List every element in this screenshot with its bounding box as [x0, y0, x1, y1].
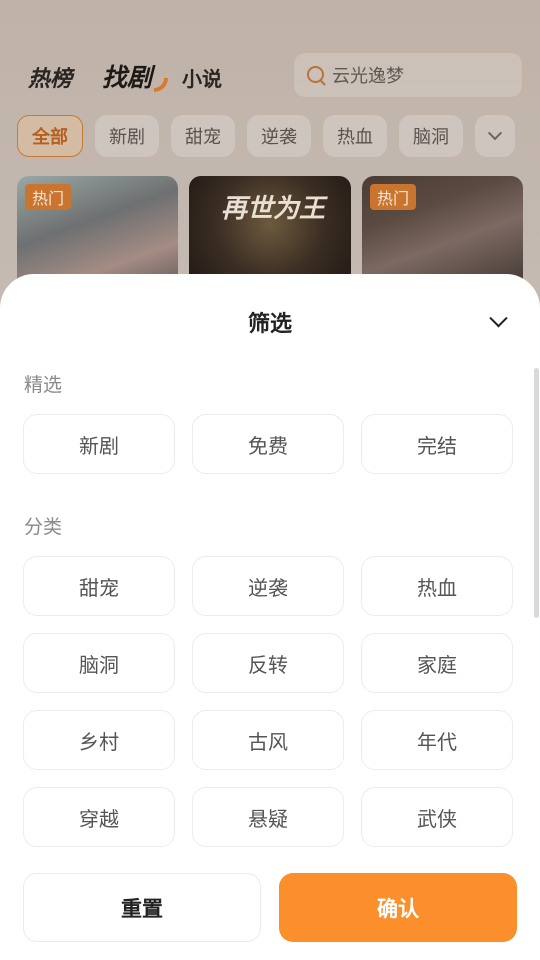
filter-option-fantasy[interactable]: 脑洞: [23, 633, 175, 693]
hot-badge: 热门: [370, 184, 417, 210]
filter-option-suspense[interactable]: 悬疑: [192, 787, 344, 847]
filter-option-comeback[interactable]: 逆袭: [192, 556, 344, 616]
top-tab-bar: 热榜 找剧 小说: [28, 58, 252, 94]
tab-find-drama[interactable]: 找剧: [102, 58, 169, 94]
category-chip-row: 全部 新剧 甜宠 逆袭 热血 脑洞: [17, 115, 527, 157]
reset-button[interactable]: 重置: [23, 873, 261, 942]
chip-fantasy[interactable]: 脑洞: [399, 115, 463, 157]
chip-passion[interactable]: 热血: [323, 115, 387, 157]
drama-poster-title: 再世为王: [221, 194, 326, 224]
filter-option-passion[interactable]: 热血: [361, 556, 513, 616]
chevron-down-icon: [487, 126, 503, 141]
tab-find-drama-label: 找剧: [102, 63, 153, 92]
hot-badge: 热门: [25, 184, 72, 210]
filter-option-village[interactable]: 乡村: [23, 710, 175, 770]
chip-all[interactable]: 全部: [17, 115, 83, 157]
search-placeholder: 云光逸梦: [332, 66, 404, 87]
confirm-button[interactable]: 确认: [279, 873, 517, 942]
filter-option-free[interactable]: 免费: [192, 414, 344, 474]
search-input[interactable]: 云光逸梦: [293, 52, 523, 98]
collapse-sheet-button[interactable]: [484, 308, 512, 336]
chip-new[interactable]: 新剧: [95, 115, 159, 157]
expand-chips-button[interactable]: [475, 115, 515, 157]
tab-novel[interactable]: 小说: [182, 63, 222, 92]
active-tab-indicator: [154, 78, 169, 92]
filter-option-ancient[interactable]: 古风: [192, 710, 344, 770]
tab-hot-list[interactable]: 热榜: [28, 61, 72, 93]
filter-option-new[interactable]: 新剧: [23, 414, 175, 474]
scrollbar[interactable]: [534, 368, 539, 618]
filter-option-time-travel[interactable]: 穿越: [23, 787, 175, 847]
filter-sheet: 筛选 精选 新剧 免费 完结 分类 甜宠 逆袭 热血 脑洞 反转 家庭 乡村 古…: [0, 274, 540, 960]
filter-option-family[interactable]: 家庭: [361, 633, 513, 693]
section-label-category: 分类: [24, 516, 63, 538]
filter-option-sweet[interactable]: 甜宠: [23, 556, 175, 616]
section-label-featured: 精选: [24, 374, 63, 396]
sheet-title: 筛选: [247, 312, 292, 337]
chip-comeback[interactable]: 逆袭: [247, 115, 311, 157]
filter-option-finished[interactable]: 完结: [361, 414, 513, 474]
filter-option-era[interactable]: 年代: [361, 710, 513, 770]
chevron-down-icon: [488, 308, 508, 327]
chip-sweet[interactable]: 甜宠: [171, 115, 235, 157]
filter-option-martial-arts[interactable]: 武侠: [361, 787, 513, 847]
filter-option-twist[interactable]: 反转: [192, 633, 344, 693]
search-icon: [306, 65, 326, 85]
